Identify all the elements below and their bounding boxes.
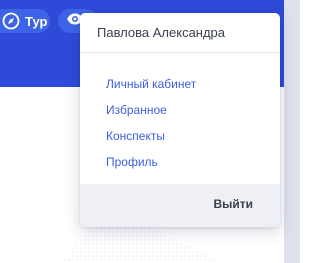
menu-item-notes[interactable]: Конспекты: [80, 123, 280, 149]
user-dropdown-menu: Павлова Александра Личный кабинет Избран…: [80, 13, 280, 227]
user-menu-list: Личный кабинет Избранное Конспекты Профи…: [80, 53, 280, 175]
tour-button[interactable]: Тур: [0, 9, 50, 33]
user-name: Павлова Александра: [80, 13, 280, 53]
dropdown-footer: Выйти: [80, 184, 280, 227]
logout-button[interactable]: Выйти: [213, 197, 253, 211]
menu-item-personal-account[interactable]: Личный кабинет: [80, 71, 280, 97]
tour-label: Тур: [25, 13, 48, 29]
compass-icon: [2, 12, 20, 30]
scrollbar-track[interactable]: [284, 0, 300, 263]
menu-item-profile[interactable]: Профиль: [80, 149, 280, 175]
menu-item-favorites[interactable]: Избранное: [80, 97, 280, 123]
page: Тур Павлова Александра Личный кабинет Из…: [0, 0, 300, 263]
